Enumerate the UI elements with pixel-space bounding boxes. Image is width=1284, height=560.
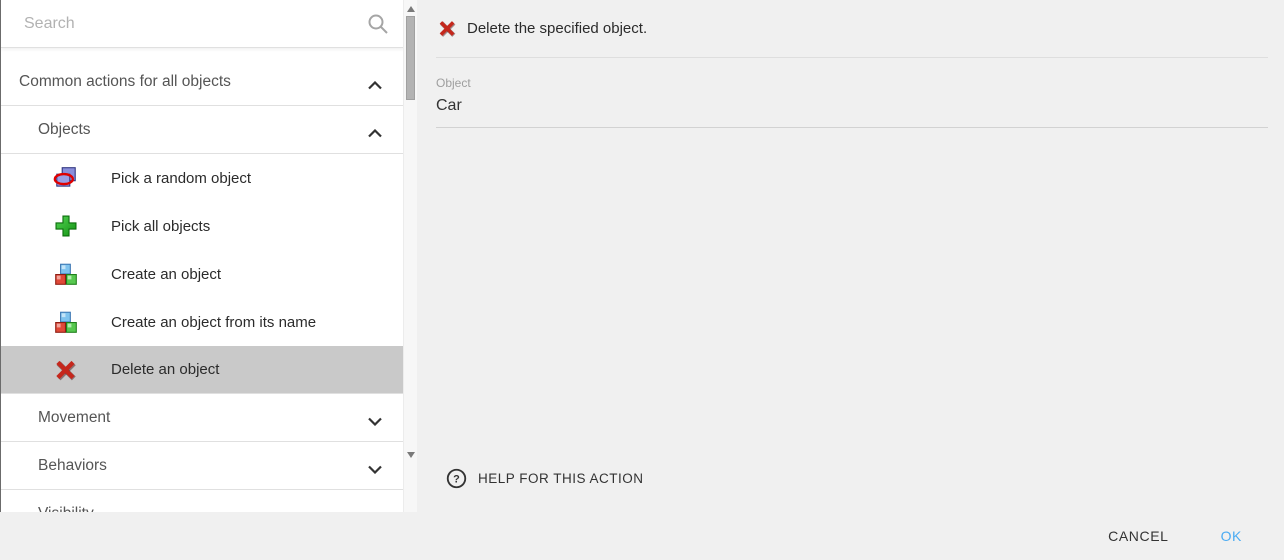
- cancel-button[interactable]: CANCEL: [1092, 518, 1184, 554]
- action-title: Delete the specified object.: [467, 20, 647, 37]
- instruction-list-panel: Common actions for all objects Objects: [0, 0, 417, 512]
- section-label: Objects: [38, 121, 91, 139]
- section-movement[interactable]: Movement: [1, 394, 404, 442]
- section-label: Behaviors: [38, 457, 107, 475]
- list-item-create-object-from-name[interactable]: Create an object from its name: [1, 298, 404, 346]
- section-objects[interactable]: Objects: [1, 106, 404, 154]
- instruction-editor-dialog: Common actions for all objects Objects: [0, 0, 1284, 560]
- list-item-label: Create an object: [111, 266, 221, 283]
- delete-object-icon: [437, 18, 458, 39]
- instruction-list: Common actions for all objects Objects: [1, 48, 404, 512]
- chevron-up-icon: [368, 77, 382, 86]
- list-item-create-object[interactable]: Create an object: [1, 250, 404, 298]
- list-item-pick-random-object[interactable]: Pick a random object: [1, 154, 404, 202]
- left-panel-scrollbar[interactable]: [403, 0, 417, 512]
- chevron-down-icon: [368, 413, 382, 422]
- chevron-up-icon: [368, 125, 382, 134]
- list-item-delete-object[interactable]: Delete an object: [1, 346, 404, 394]
- section-common-actions[interactable]: Common actions for all objects: [1, 58, 404, 106]
- help-for-action-button[interactable]: ? HELP FOR THIS ACTION: [446, 460, 652, 496]
- action-header: Delete the specified object.: [417, 0, 1284, 57]
- field-label: Object: [436, 76, 1268, 90]
- action-detail-panel: Delete the specified object. Object Car …: [417, 0, 1284, 512]
- list-item-pick-all-objects[interactable]: Pick all objects: [1, 202, 404, 250]
- pick-random-object-icon: [53, 165, 79, 191]
- section-behaviors[interactable]: Behaviors: [1, 442, 404, 490]
- search-input[interactable]: [1, 0, 404, 47]
- section-label: Common actions for all objects: [19, 73, 231, 91]
- ok-button[interactable]: OK: [1205, 518, 1258, 554]
- dialog-footer: CANCEL OK: [0, 512, 1284, 560]
- help-circle-icon: ?: [446, 468, 467, 489]
- create-object-from-name-icon: [53, 309, 79, 335]
- object-field-input[interactable]: Car: [436, 97, 1268, 128]
- create-object-icon: [53, 261, 79, 287]
- scrollbar-thumb[interactable]: [406, 16, 415, 100]
- section-visibility[interactable]: Visibility: [1, 490, 404, 512]
- delete-object-icon: [53, 357, 79, 383]
- list-item-label: Delete an object: [111, 361, 219, 378]
- section-label: Movement: [38, 409, 110, 427]
- pick-all-objects-icon: [53, 213, 79, 239]
- search-bar: [1, 0, 404, 48]
- scroll-up-arrow-icon[interactable]: [407, 6, 415, 12]
- parameter-field-object: Object Car: [436, 58, 1268, 128]
- help-button-label: HELP FOR THIS ACTION: [478, 471, 644, 486]
- list-item-label: Create an object from its name: [111, 314, 316, 331]
- svg-text:?: ?: [453, 473, 460, 485]
- list-item-label: Pick a random object: [111, 170, 251, 187]
- scroll-down-arrow-icon[interactable]: [407, 452, 415, 458]
- section-label: Visibility: [38, 505, 94, 513]
- search-icon: [366, 12, 390, 36]
- chevron-down-icon: [368, 461, 382, 470]
- list-item-label: Pick all objects: [111, 218, 210, 235]
